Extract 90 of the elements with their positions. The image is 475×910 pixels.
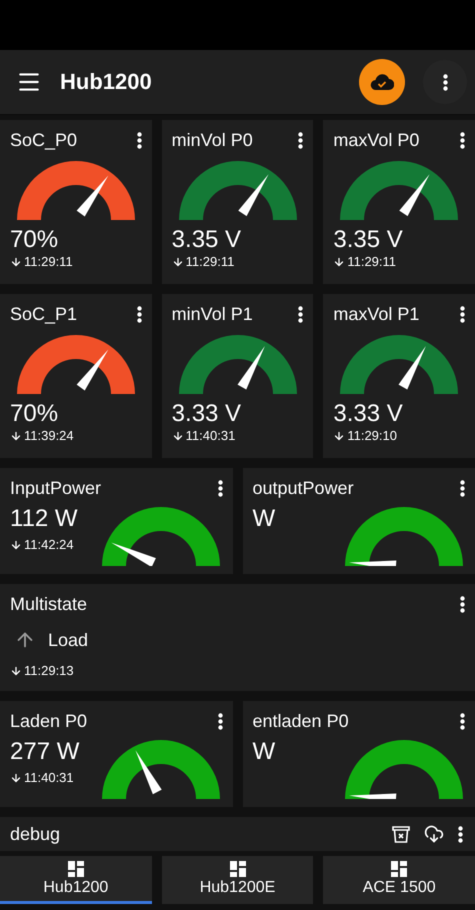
arrow-down-icon xyxy=(172,430,184,442)
widget-title: SoC_P0 xyxy=(10,130,78,151)
tab[interactable]: Hub1200E xyxy=(162,856,314,904)
gauge-needle xyxy=(76,350,108,390)
widget-value: W xyxy=(252,505,276,533)
more-icon xyxy=(458,826,463,842)
more-button[interactable] xyxy=(460,306,466,323)
arrow-down-icon xyxy=(172,256,184,268)
gauge-needle xyxy=(238,174,268,216)
more-button[interactable] xyxy=(460,480,465,497)
more-button[interactable] xyxy=(136,132,142,149)
timestamp: 11:29:11 xyxy=(186,254,234,269)
arrow-down-icon xyxy=(333,256,346,268)
more-icon xyxy=(136,132,142,149)
arrow-down-icon xyxy=(10,256,22,268)
gauge-needle xyxy=(237,346,264,390)
gauge-needle xyxy=(76,176,108,216)
widget-title: Multistate xyxy=(10,594,88,615)
more-button[interactable] xyxy=(460,596,465,613)
more-button[interactable] xyxy=(460,132,466,149)
widget-value: 277 W xyxy=(10,738,80,766)
widget-title: InputPower xyxy=(10,478,102,499)
widget-title: minVol P1 xyxy=(172,304,253,325)
timestamp: 11:42:24 xyxy=(24,537,74,552)
more-button[interactable] xyxy=(298,306,304,323)
timestamp: 11:29:11 xyxy=(24,254,73,269)
gauge-needle xyxy=(398,346,426,390)
widget-title: minVol P0 xyxy=(172,130,253,151)
widget-value: 70% xyxy=(10,400,60,428)
gauge-needle xyxy=(348,794,396,799)
widget-value: 3.33 V xyxy=(172,400,242,428)
dashboard-icon xyxy=(68,860,84,876)
widget-title: SoC_P1 xyxy=(10,304,78,325)
widget-value: W xyxy=(252,738,276,766)
more-icon xyxy=(460,713,465,730)
tab[interactable]: ACE 1500 xyxy=(323,856,475,904)
arrow-down-icon xyxy=(10,664,22,676)
app-title: Hub1200 xyxy=(60,69,153,95)
dashboard-icon xyxy=(230,860,246,876)
more-button[interactable] xyxy=(218,480,222,497)
gauge-needle xyxy=(399,174,430,216)
widget-title: maxVol P0 xyxy=(333,130,420,151)
widget-title: Laden P0 xyxy=(10,711,88,732)
arrow-down-icon xyxy=(10,430,22,442)
arrow-down-icon xyxy=(10,772,22,784)
arrow-down-icon xyxy=(10,538,22,550)
gauge-needle xyxy=(135,750,162,794)
more-icon xyxy=(460,306,466,323)
debug-title: debug xyxy=(10,824,62,844)
widget-title: outputPower xyxy=(252,478,354,499)
more-icon xyxy=(298,132,304,149)
more-icon xyxy=(298,306,304,323)
more-icon xyxy=(218,713,222,730)
cloud-status-button[interactable] xyxy=(359,59,405,105)
gauge-needle xyxy=(111,542,156,566)
more-button[interactable] xyxy=(460,713,465,730)
widget-value: 3.33 V xyxy=(333,400,404,428)
more-icon xyxy=(136,306,142,323)
more-icon xyxy=(460,480,465,497)
widget-title: maxVol P1 xyxy=(333,304,420,325)
arrow-down-icon xyxy=(333,430,346,442)
timestamp: 11:39:24 xyxy=(24,428,74,443)
clear-bin-icon xyxy=(392,825,410,843)
more-button[interactable] xyxy=(136,306,142,323)
more-icon xyxy=(218,480,222,497)
cloud-download-button[interactable] xyxy=(424,824,444,844)
more-icon xyxy=(460,596,465,613)
more-icon xyxy=(460,132,466,149)
gauge-needle xyxy=(348,560,396,566)
more-icon xyxy=(442,74,448,90)
dashboard-icon xyxy=(391,860,408,876)
more-button[interactable] xyxy=(298,132,304,149)
timestamp: 11:40:31 xyxy=(186,428,236,443)
more-button[interactable] xyxy=(218,713,222,730)
widget-value: 3.35 V xyxy=(333,226,404,254)
more-button[interactable] xyxy=(458,826,463,842)
timestamp: 11:29:10 xyxy=(347,428,397,443)
timestamp: 11:29:13 xyxy=(24,663,74,678)
clear-button[interactable] xyxy=(392,825,410,843)
state-label: Load xyxy=(48,630,88,650)
tab[interactable]: Hub1200 xyxy=(0,856,152,904)
widget-value: 70% xyxy=(10,226,60,254)
timestamp: 11:29:11 xyxy=(347,254,396,269)
widget-title: entladen P0 xyxy=(252,711,349,732)
widget-value: 112 W xyxy=(10,505,79,533)
timestamp: 11:40:31 xyxy=(24,770,74,785)
widget-value: 3.35 V xyxy=(172,226,242,254)
cloud-check-icon xyxy=(370,73,394,91)
more-button[interactable] xyxy=(423,60,467,104)
cloud-download-icon xyxy=(424,824,444,844)
